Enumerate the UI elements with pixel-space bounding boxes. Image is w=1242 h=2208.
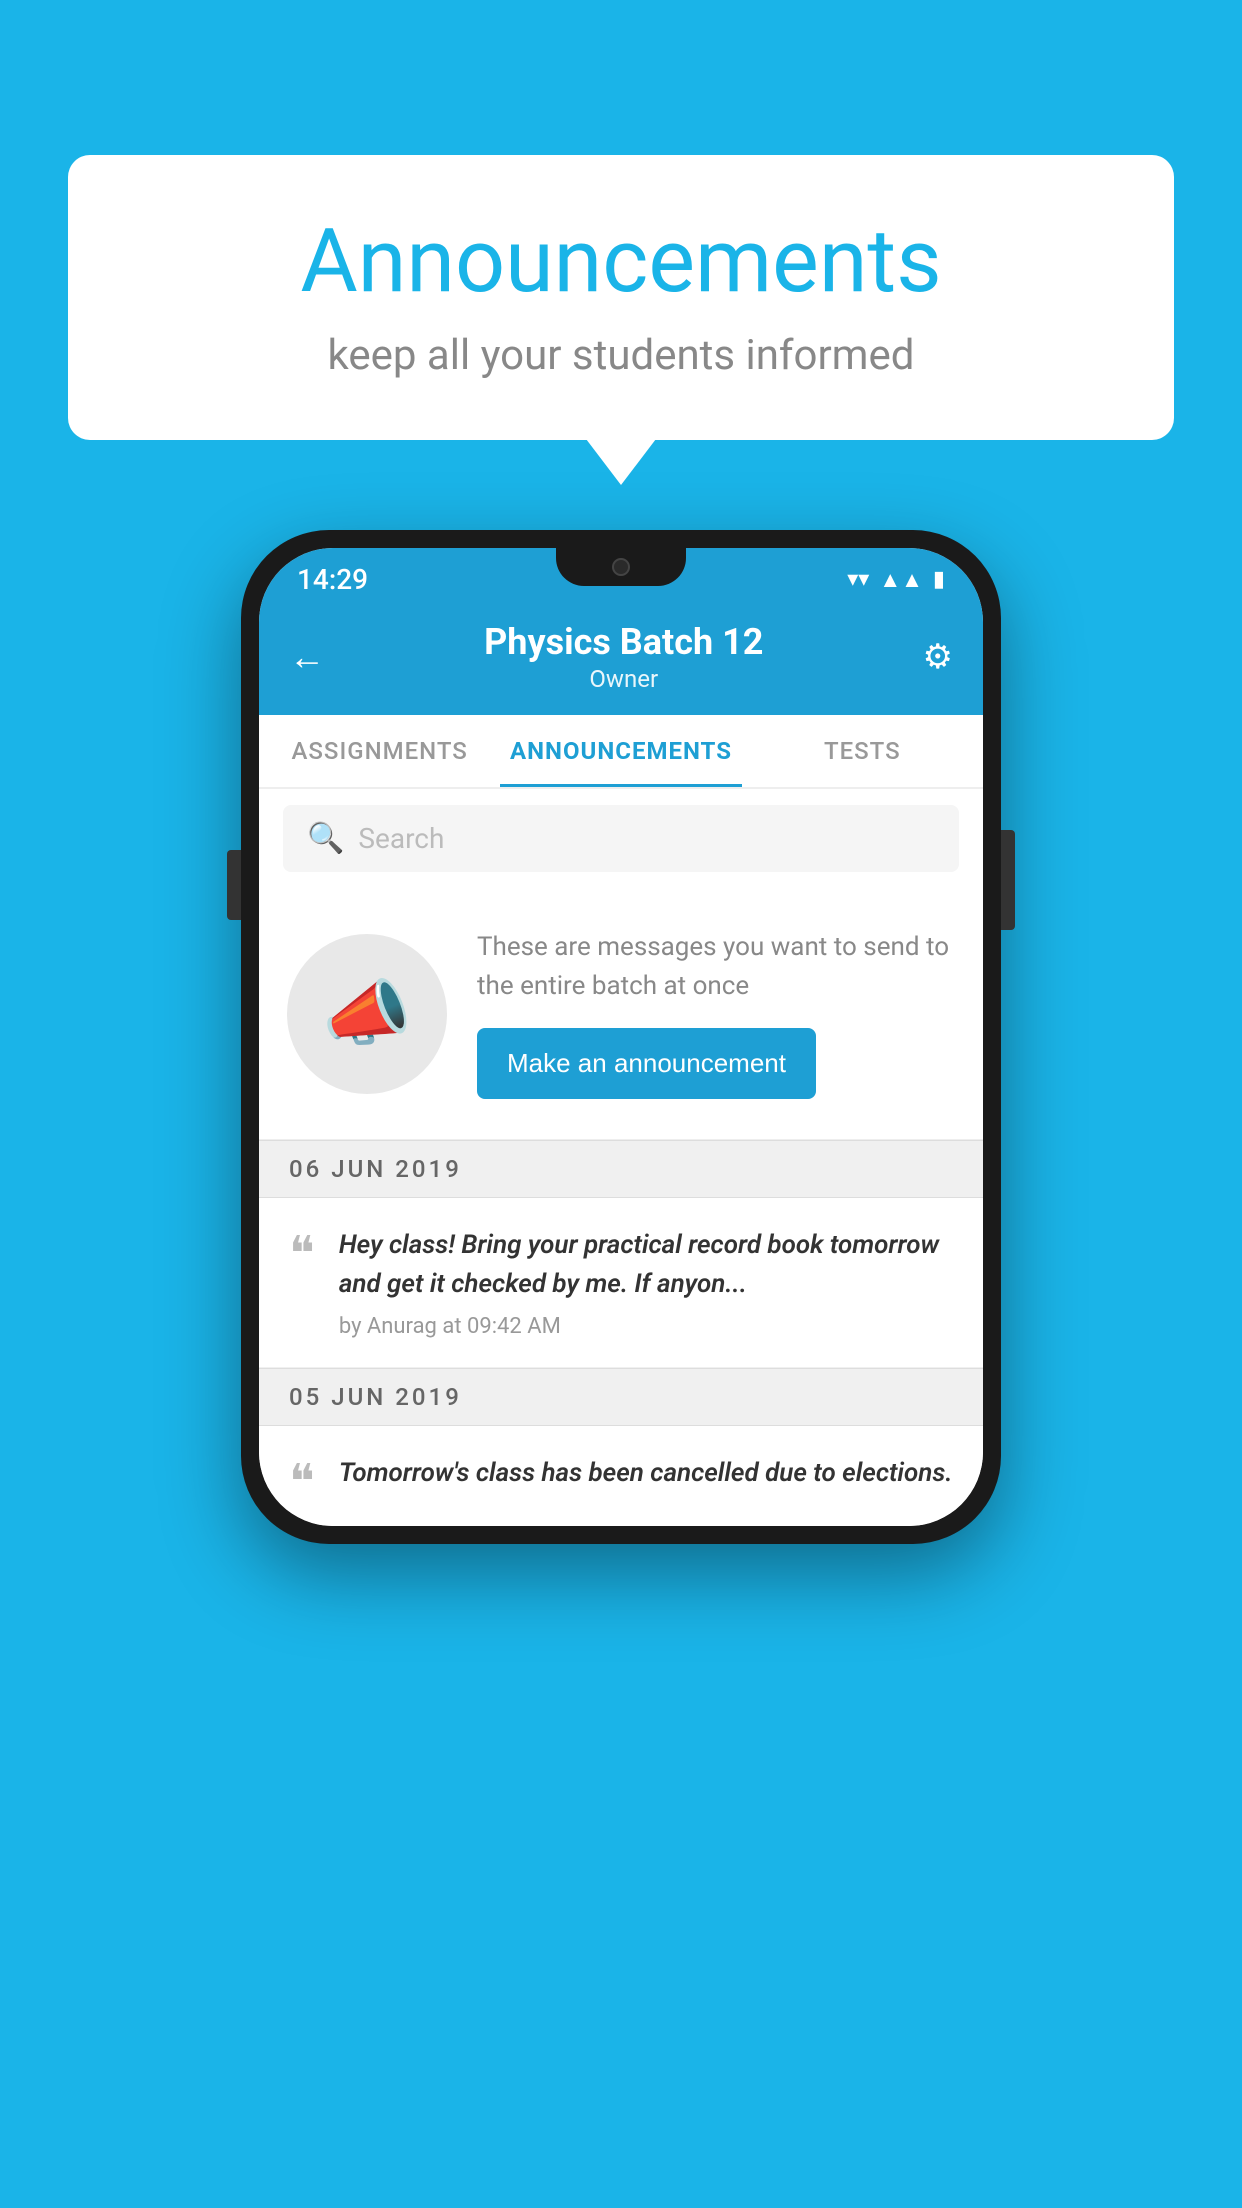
announcement-content-1: Hey class! Bring your practical record b… — [339, 1226, 953, 1339]
megaphone-circle: 📣 — [287, 934, 447, 1094]
tabs-container: ASSIGNMENTS ANNOUNCEMENTS TESTS — [259, 715, 983, 789]
empty-state-description: These are messages you want to send to t… — [477, 928, 955, 1006]
date-divider-1: 06 JUN 2019 — [259, 1140, 983, 1198]
phone-outer: 14:29 ▾▾ ▲▲ ▮ ← Physics Batch 12 Owner ⚙ — [241, 530, 1001, 1544]
date-divider-2: 05 JUN 2019 — [259, 1368, 983, 1426]
status-time: 14:29 — [297, 563, 368, 596]
speech-bubble-container: Announcements keep all your students inf… — [68, 155, 1174, 440]
signal-icon: ▲▲ — [879, 567, 923, 593]
search-placeholder: Search — [358, 822, 444, 855]
announcement-meta-1: by Anurag at 09:42 AM — [339, 1314, 953, 1339]
battery-icon: ▮ — [933, 567, 945, 592]
gear-icon[interactable]: ⚙ — [923, 637, 953, 677]
tab-tests[interactable]: TESTS — [742, 715, 983, 787]
announcement-content-2: Tomorrow's class has been cancelled due … — [339, 1454, 953, 1493]
announcement-item-1: ❝ Hey class! Bring your practical record… — [259, 1198, 983, 1368]
header-title: Physics Batch 12 — [325, 621, 923, 663]
announcement-text-1: Hey class! Bring your practical record b… — [339, 1226, 953, 1304]
make-announcement-button[interactable]: Make an announcement — [477, 1028, 816, 1099]
app-header: ← Physics Batch 12 Owner ⚙ — [259, 603, 983, 715]
phone-mockup: 14:29 ▾▾ ▲▲ ▮ ← Physics Batch 12 Owner ⚙ — [241, 530, 1001, 1544]
quote-icon-1: ❝ — [289, 1230, 315, 1278]
header-center: Physics Batch 12 Owner — [325, 621, 923, 693]
bubble-subtitle: keep all your students informed — [128, 331, 1114, 380]
bubble-title: Announcements — [128, 210, 1114, 313]
search-container: 🔍 Search — [259, 789, 983, 888]
search-bar[interactable]: 🔍 Search — [283, 805, 959, 872]
quote-icon-2: ❝ — [289, 1458, 315, 1506]
empty-state-right: These are messages you want to send to t… — [477, 928, 955, 1099]
header-subtitle: Owner — [325, 665, 923, 693]
empty-state: 📣 These are messages you want to send to… — [259, 888, 983, 1140]
camera-notch — [612, 558, 630, 576]
search-icon: 🔍 — [307, 821, 344, 856]
speech-bubble: Announcements keep all your students inf… — [68, 155, 1174, 440]
megaphone-icon: 📣 — [322, 971, 412, 1056]
wifi-icon: ▾▾ — [847, 567, 869, 592]
tab-assignments[interactable]: ASSIGNMENTS — [259, 715, 500, 787]
tab-announcements[interactable]: ANNOUNCEMENTS — [500, 715, 741, 787]
announcement-item-2: ❝ Tomorrow's class has been cancelled du… — [259, 1426, 983, 1526]
back-button[interactable]: ← — [289, 636, 325, 678]
phone-notch — [556, 548, 686, 586]
status-icons: ▾▾ ▲▲ ▮ — [847, 567, 945, 593]
announcement-text-2: Tomorrow's class has been cancelled due … — [339, 1454, 953, 1493]
phone-inner: 14:29 ▾▾ ▲▲ ▮ ← Physics Batch 12 Owner ⚙ — [259, 548, 983, 1526]
